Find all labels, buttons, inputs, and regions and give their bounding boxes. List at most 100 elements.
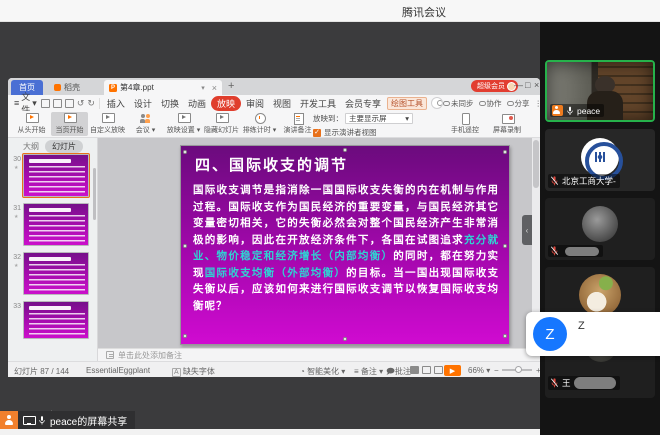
slide-thumbnail-32[interactable] <box>23 252 89 295</box>
collab-button[interactable]: 协作 <box>479 98 502 109</box>
slide-number: 33 <box>11 303 21 310</box>
menu-tab-animation[interactable]: 动画 <box>184 96 210 111</box>
normal-view-icon[interactable] <box>410 366 419 374</box>
menu-tab-slideshow[interactable]: 放映 <box>211 96 241 111</box>
share-banner-label: peace的屏幕共享 <box>18 411 135 429</box>
participant-label <box>548 245 603 257</box>
participant-tile-peace[interactable]: peace <box>545 60 655 122</box>
selection-handle[interactable] <box>183 334 187 338</box>
blurred-name <box>574 377 616 389</box>
undo-icon[interactable]: ↺ <box>77 98 85 109</box>
participant-name: 北京工商大学- <box>562 175 616 187</box>
comments-button[interactable]: 🗩批注 <box>386 366 411 380</box>
meeting-button[interactable]: 会议 ▾ <box>127 112 164 136</box>
drawing-tools-tab[interactable]: 绘图工具 <box>387 97 427 110</box>
menu-tab-insert[interactable]: 插入 <box>103 96 129 111</box>
play-from-current-button[interactable]: 当页开始 <box>51 112 88 136</box>
play-from-start-icon <box>25 113 38 124</box>
notes-toggle-button[interactable]: ≡ 备注 ▾ <box>354 366 383 377</box>
document-tab[interactable]: P 第4章.ppt ▾ × <box>104 80 222 95</box>
selection-handle[interactable] <box>503 334 507 338</box>
slides-panel: 大纲 幻灯片 30 ★ 31 ★ 32 ★ 33 + <box>8 138 98 361</box>
close-button[interactable]: × <box>534 80 539 90</box>
tencent-meeting-window: 腾讯会议 首页 稻壳 P 第4章.ppt ▾ × + 超级会员 — □ <box>0 0 660 435</box>
zoom-level[interactable]: 66% ▾ <box>468 366 490 375</box>
slide-thumbnail-30[interactable] <box>23 154 89 197</box>
screen-record-button[interactable]: 屏幕录制 <box>487 112 527 136</box>
theme-name[interactable]: EssentialEggplant <box>86 366 150 375</box>
speaker-notes-icon <box>291 113 304 124</box>
account-badge[interactable]: 超级会员 <box>471 80 518 92</box>
selection-handle[interactable] <box>503 244 507 248</box>
missing-font-button[interactable]: A 缺失字体 <box>172 366 215 377</box>
selection-handle[interactable] <box>343 148 347 152</box>
sync-status-button[interactable]: 未同步 <box>443 98 474 109</box>
slideshow-ribbon: 从头开始 当页开始 自定义放映 会议 ▾ 放映设置 ▾ 隐藏幻灯片 <box>8 111 540 138</box>
command-search-input[interactable]: 查找命令，搜索模板 <box>431 97 443 109</box>
participant-popup[interactable]: Z Z <box>526 312 660 356</box>
speaker-notes-button[interactable]: 演讲备注 <box>279 112 316 136</box>
menu-tab-devtools[interactable]: 开发工具 <box>296 96 340 111</box>
wps-statusbar: 幻灯片 87 / 144 EssentialEggplant A 缺失字体 ◔ … <box>8 361 540 377</box>
mic-muted-icon <box>550 176 559 186</box>
zoom-slider-knob[interactable] <box>515 366 522 373</box>
new-tab-button[interactable]: + <box>228 80 234 92</box>
docer-icon <box>54 84 61 91</box>
menu-tab-design[interactable]: 设计 <box>130 96 156 111</box>
collab-icon <box>479 101 486 106</box>
menu-tab-view[interactable]: 视图 <box>269 96 295 111</box>
zoom-slider[interactable] <box>502 369 532 371</box>
participant-tile-university[interactable]: 北京工商大学- <box>545 129 655 191</box>
print-icon[interactable] <box>53 99 62 108</box>
export-icon[interactable] <box>65 99 74 108</box>
participant-tile-3[interactable] <box>545 198 655 260</box>
smart-beautify-button[interactable]: ◔ 智能美化 ▾ <box>300 366 345 377</box>
menu-tab-membership[interactable]: 会员专享 <box>341 96 385 111</box>
redo-icon[interactable]: ↻ <box>87 98 95 109</box>
wps-menubar: ≡ 文件 ▾ ↺ ↻ 插入 设计 切换 动画 放映 审阅 视图 开发工具 会员专… <box>8 95 540 111</box>
tab-dropdown-icon[interactable]: ▾ <box>201 84 205 92</box>
phone-remote-button[interactable]: 手机遥控 <box>445 112 485 136</box>
notes-bar[interactable]: 单击此处添加备注 <box>98 348 540 361</box>
rehearse-timing-button[interactable]: 排练计时 ▾ <box>241 112 278 136</box>
mic-muted-icon <box>550 378 559 388</box>
meeting-icon <box>139 113 152 124</box>
slide-number: 32 <box>11 254 21 261</box>
menu-tab-review[interactable]: 审阅 <box>242 96 268 111</box>
wps-presentation-window: 首页 稻壳 P 第4章.ppt ▾ × + 超级会员 — □ × ≡ 文件 ▾ <box>8 78 540 377</box>
host-badge-icon <box>552 105 563 116</box>
selection-handle[interactable] <box>183 150 187 154</box>
display-to-select[interactable]: 主要显示屏▾ <box>345 113 413 124</box>
slide-number: 31 <box>11 205 21 212</box>
tab-close-icon[interactable]: × <box>212 83 217 93</box>
selection-handle[interactable] <box>503 150 507 154</box>
reading-view-icon[interactable] <box>434 366 443 374</box>
zoom-out-button[interactable]: − <box>494 366 499 375</box>
menu-tab-transition[interactable]: 切换 <box>157 96 183 111</box>
outline-tab[interactable]: 大纲 <box>23 141 39 152</box>
hide-slide-button[interactable]: 隐藏幻灯片 <box>203 112 240 136</box>
custom-slideshow-button[interactable]: 自定义放映 <box>89 112 126 136</box>
minimize-button[interactable]: — <box>514 80 523 90</box>
maximize-button[interactable]: □ <box>525 80 530 90</box>
avatar <box>582 206 618 242</box>
sorter-view-icon[interactable] <box>422 366 431 374</box>
save-icon[interactable] <box>41 99 50 108</box>
slide-thumbnail-33[interactable] <box>23 301 89 339</box>
wps-docer-tab[interactable]: 稻壳 <box>46 80 88 95</box>
current-slide[interactable]: 四、国际收支的调节 国际收支调节是指消除一国国际收支失衡的内在机制与作用过程。国… <box>180 145 510 345</box>
slides-tab[interactable]: 幻灯片 <box>45 140 83 153</box>
pane-collapse-handle[interactable]: ‹ <box>522 215 532 245</box>
play-slideshow-button[interactable]: ▶ <box>444 365 461 376</box>
slideshow-settings-button[interactable]: 放映设置 ▾ <box>165 112 202 136</box>
selection-handle[interactable] <box>183 244 187 248</box>
popup-avatar: Z <box>533 317 567 351</box>
share-button[interactable]: 分享 <box>507 98 530 109</box>
panel-scrollbar[interactable] <box>93 168 96 220</box>
selection-handle[interactable] <box>343 337 347 341</box>
speaker-view-checkbox[interactable]: ✓ <box>313 129 321 137</box>
play-from-start-button[interactable]: 从头开始 <box>13 112 50 136</box>
meeting-title: 腾讯会议 <box>402 4 446 20</box>
slide-thumbnail-31[interactable] <box>23 203 89 246</box>
share-banner-text: peace的屏幕共享 <box>50 413 127 428</box>
